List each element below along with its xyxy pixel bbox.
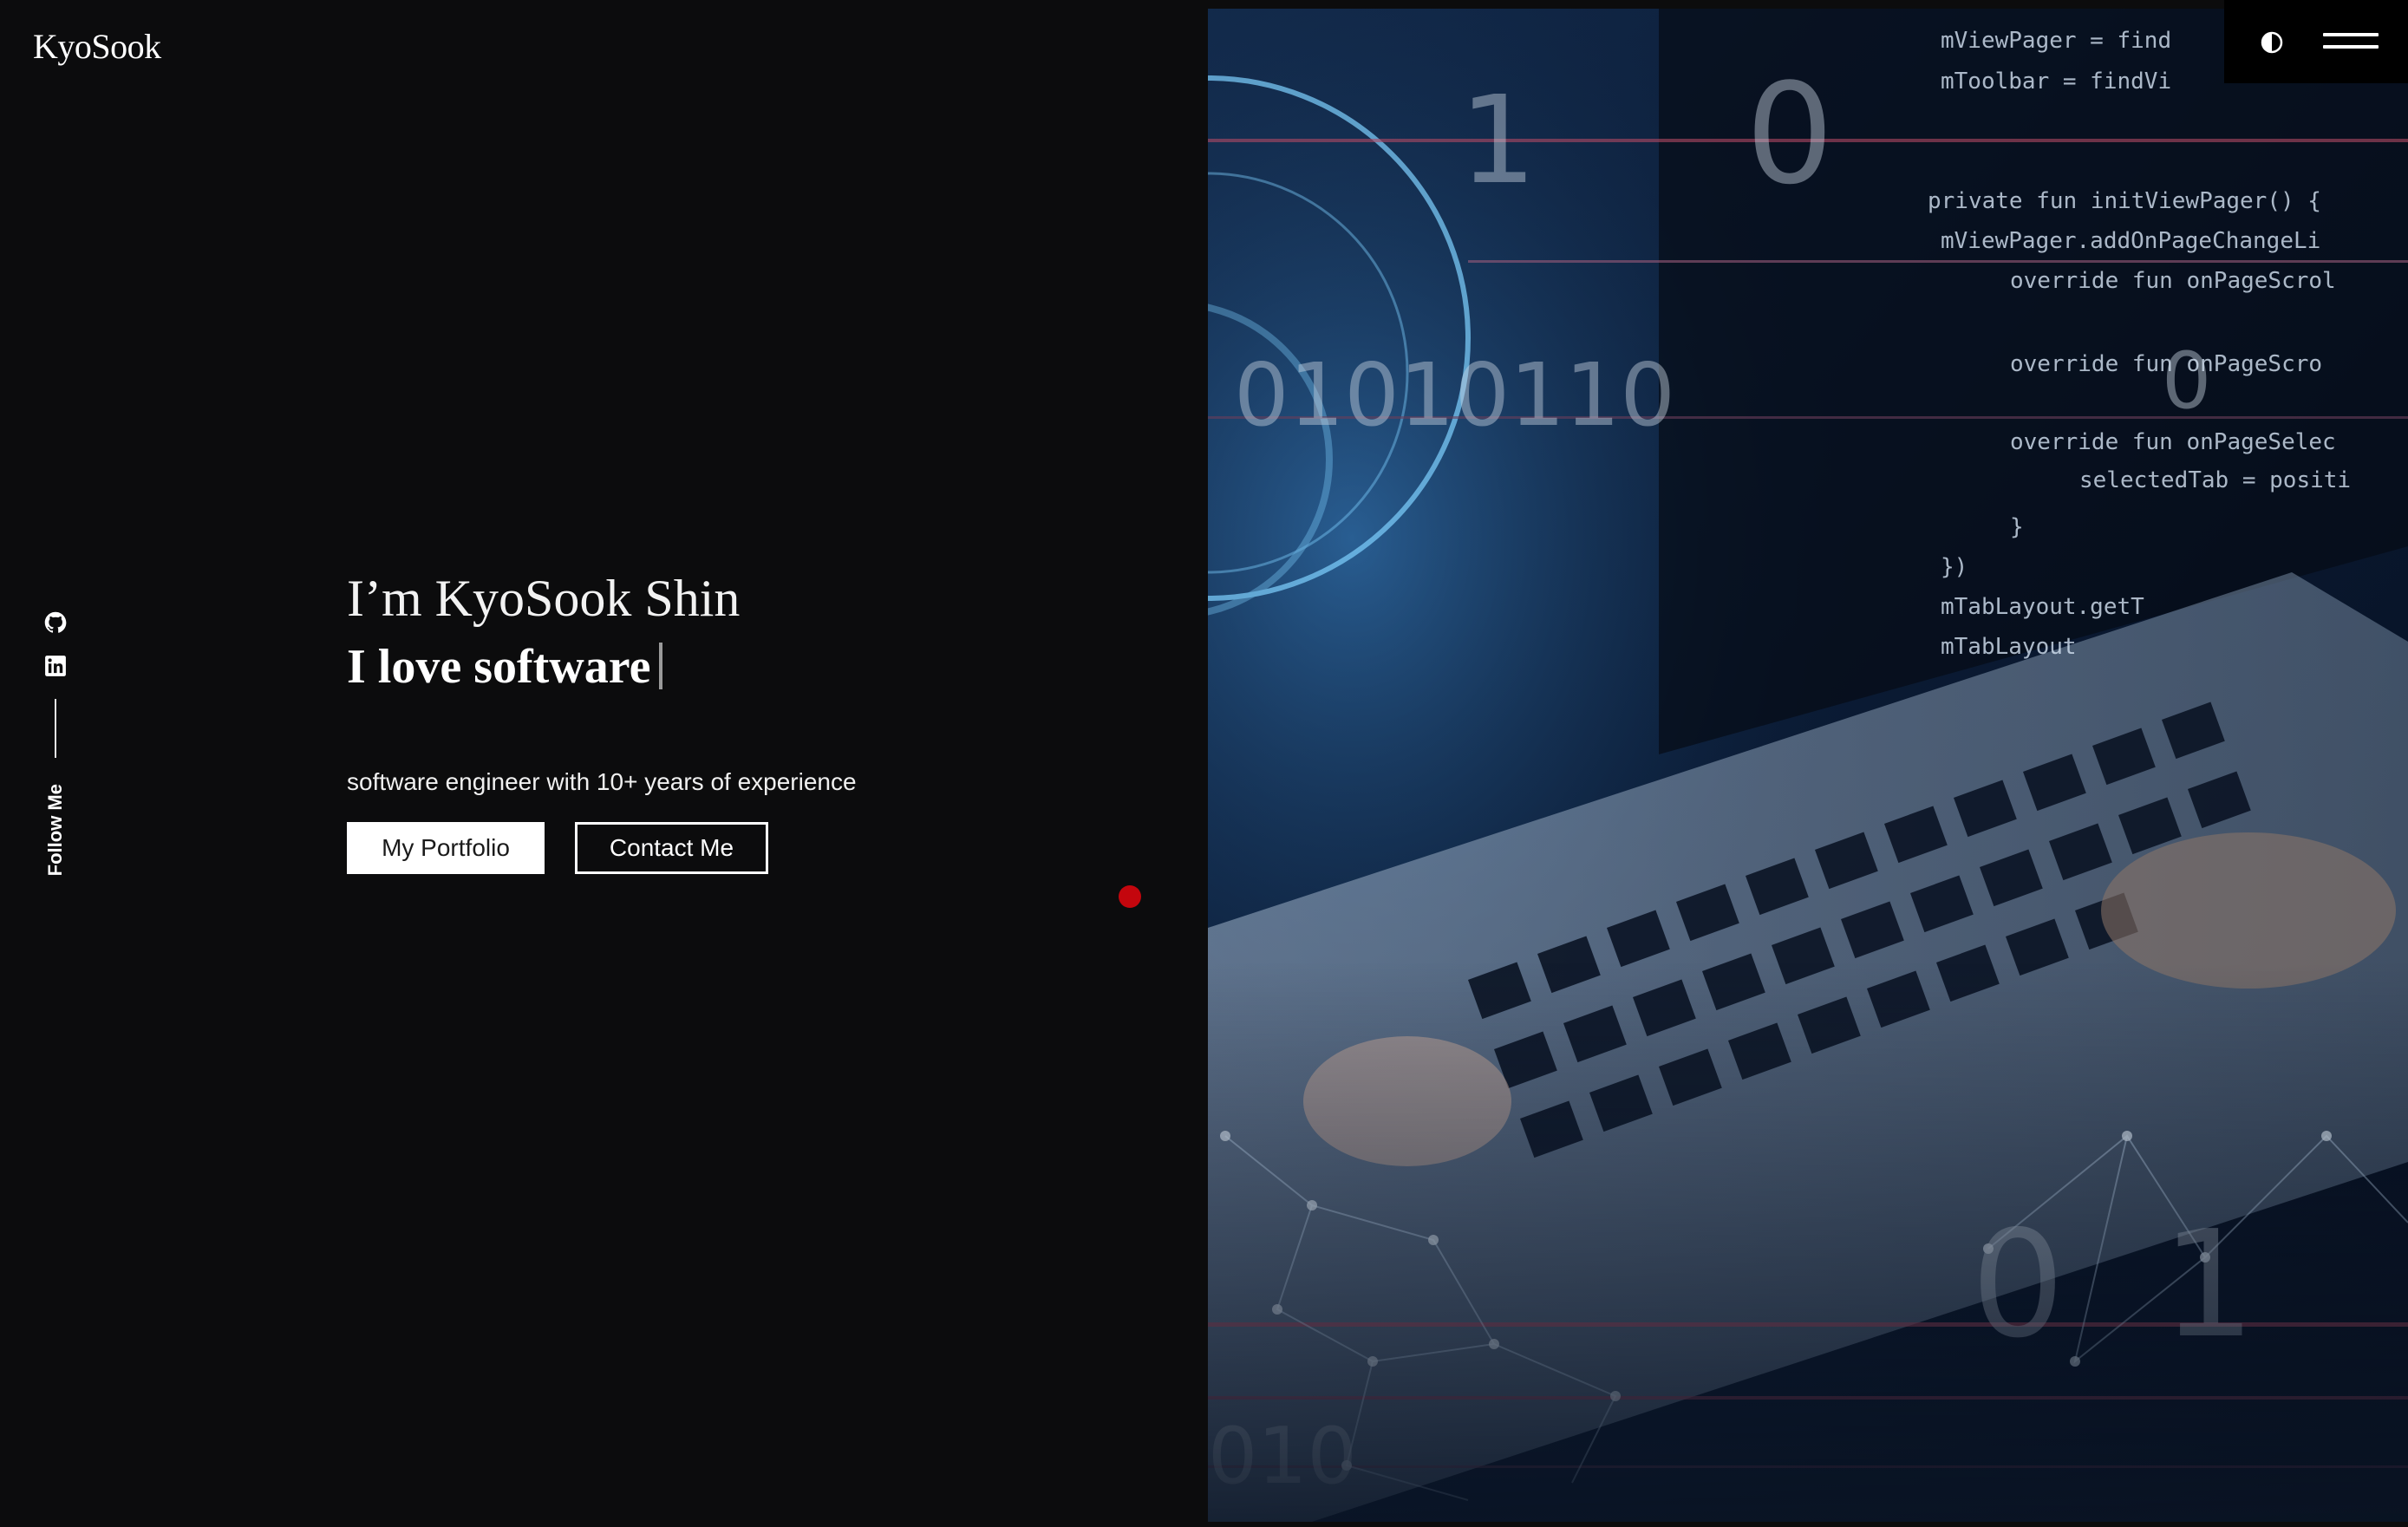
overlay-number-1: 1: [1459, 70, 1537, 212]
contrast-icon: [2261, 31, 2283, 54]
linkedin-link[interactable]: [40, 650, 71, 682]
overlay-number-2: 0: [1746, 53, 1834, 215]
my-portfolio-button[interactable]: My Portfolio: [347, 822, 545, 874]
hero-tagline: software engineer with 10+ years of expe…: [347, 768, 857, 795]
hero-typed-text: I love software: [347, 640, 651, 694]
hero-greeting: I’m KyoSook Shin: [347, 570, 741, 627]
menu-bar-bottom: [2323, 45, 2379, 49]
social-divider: [55, 699, 56, 758]
hero-typed-line: I love software: [347, 633, 1145, 701]
code-line: mViewPager.addOnPageChangeLi: [1941, 228, 2320, 254]
overlay-number-3: 01010110: [1234, 344, 1675, 446]
follow-me-label: Follow Me: [44, 784, 66, 877]
hamburger-menu-button[interactable]: [2323, 33, 2379, 55]
code-line: mTabLayout: [1941, 634, 2077, 660]
site-logo[interactable]: KyoSook: [33, 26, 161, 67]
page: KyoSook Follow Me I’m KyoSook Shin I lov…: [0, 0, 2408, 1527]
code-line: }): [1941, 554, 1968, 580]
laptop-code-illustration: 1 0 01010110 0 0 1 010 mViewPager = find…: [1208, 9, 2408, 1522]
menu-bar-top: [2323, 33, 2379, 36]
accent-dot: [1119, 885, 1141, 908]
github-icon: [44, 611, 67, 633]
hero-section: I’m KyoSook Shin I love software softwar…: [347, 564, 1145, 874]
github-link[interactable]: [40, 607, 71, 638]
code-line: override fun onPageScrol: [2010, 268, 2336, 294]
hero-buttons: My Portfolio Contact Me: [347, 822, 1145, 874]
code-line: private fun initViewPager() {: [1928, 188, 2321, 214]
social-rail: Follow Me: [38, 607, 73, 876]
hero-image: 1 0 01010110 0 0 1 010 mViewPager = find…: [1208, 9, 2408, 1522]
typing-caret: [659, 643, 663, 689]
overlay-number-4: 0: [2162, 336, 2211, 427]
theme-toggle-button[interactable]: [2261, 31, 2283, 54]
contact-me-button[interactable]: Contact Me: [575, 822, 768, 874]
code-line: override fun onPageScro: [2010, 351, 2322, 377]
code-line: mViewPager = find: [1941, 28, 2171, 54]
code-line: mToolbar = findVi: [1941, 69, 2171, 95]
header-controls: [2224, 0, 2408, 83]
linkedin-icon: [45, 656, 66, 676]
code-line: override fun onPageSelec: [2010, 429, 2336, 455]
code-line: selectedTab = positi: [2079, 467, 2351, 493]
code-line: mTabLayout.getT: [1941, 594, 2144, 620]
code-line: }: [2010, 514, 2024, 540]
